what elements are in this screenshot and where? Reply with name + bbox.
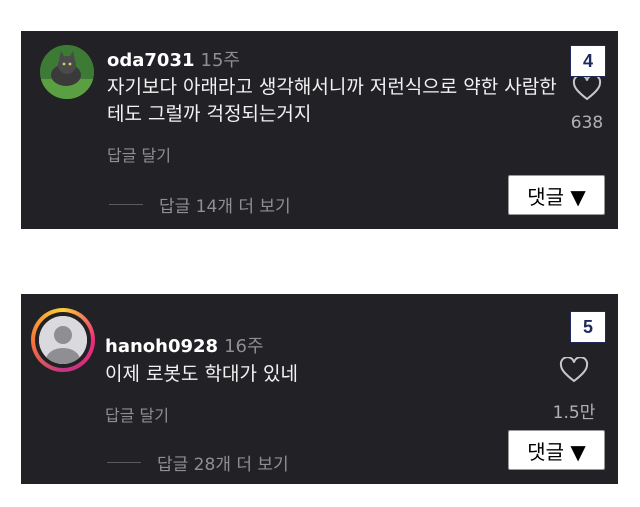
view-replies-button[interactable]: 답글 14개 더 보기 bbox=[109, 192, 291, 217]
timestamp: 16주 bbox=[224, 336, 264, 357]
like-count: 1.5만 bbox=[552, 403, 596, 423]
comment-card: oda7031 15주 자기보다 아래라고 생각해서니까 저런식으로 약한 사람한… bbox=[21, 31, 618, 229]
comment-header: oda7031 15주 bbox=[107, 46, 240, 72]
view-replies-label: 답글 14개 더 보기 bbox=[159, 197, 291, 217]
sort-button[interactable]: 댓글 ▼ bbox=[508, 175, 605, 215]
comment-text: 이제 로봇도 학대가 있네 bbox=[105, 363, 298, 385]
timestamp: 15주 bbox=[200, 50, 240, 71]
reply-button[interactable]: 답글 달기 bbox=[107, 142, 171, 166]
avatar-image bbox=[39, 316, 87, 364]
number-badge: 4 bbox=[570, 45, 606, 77]
like-count: 638 bbox=[570, 113, 604, 133]
view-replies-button[interactable]: 답글 28개 더 보기 bbox=[107, 450, 289, 475]
divider bbox=[107, 462, 141, 463]
number-badge: 5 bbox=[570, 311, 606, 343]
username[interactable]: oda7031 bbox=[107, 50, 195, 71]
comment-card: hanoh0928 16주 이제 로봇도 학대가 있네 답글 달기 답글 28개 … bbox=[21, 294, 618, 484]
reply-button[interactable]: 답글 달기 bbox=[105, 402, 169, 426]
username[interactable]: hanoh0928 bbox=[105, 336, 218, 357]
comment-header: hanoh0928 16주 bbox=[105, 332, 264, 358]
heart-icon[interactable] bbox=[572, 75, 602, 101]
default-user-icon bbox=[39, 316, 87, 364]
comment-text: 자기보다 아래라고 생각해서니까 저런식으로 약한 사람한테도 그럴까 걱정되는… bbox=[107, 76, 557, 125]
heart-icon[interactable] bbox=[559, 357, 589, 383]
avatar[interactable] bbox=[40, 45, 94, 99]
divider bbox=[109, 204, 143, 205]
view-replies-label: 답글 28개 더 보기 bbox=[157, 455, 289, 475]
avatar[interactable] bbox=[31, 308, 95, 372]
cat-photo-icon bbox=[40, 45, 94, 99]
sort-button[interactable]: 댓글 ▼ bbox=[508, 430, 605, 470]
